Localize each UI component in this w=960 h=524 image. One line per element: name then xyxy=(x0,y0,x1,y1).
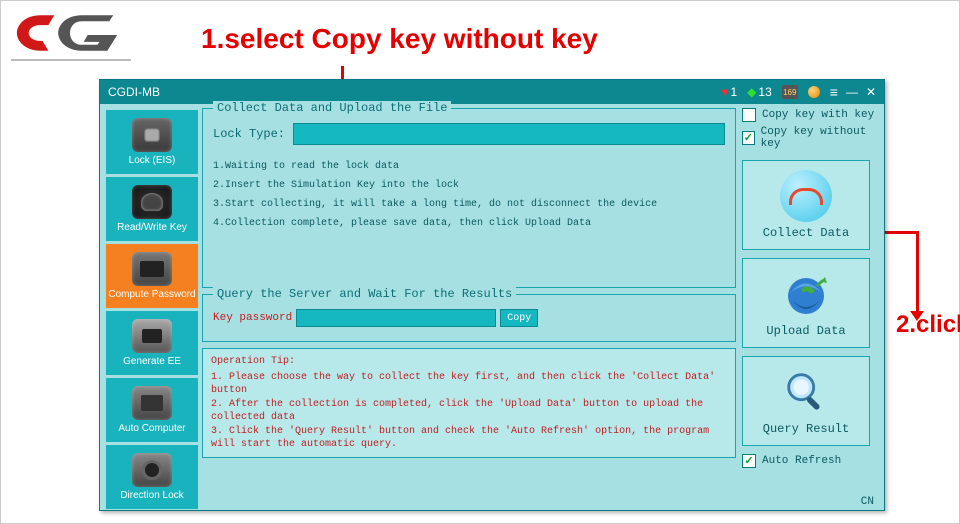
magnifier-icon xyxy=(780,366,832,418)
collect-data-fieldset: Collect Data and Upload the File Lock Ty… xyxy=(202,108,736,288)
tip-line: 3. Click the 'Query Result' button and c… xyxy=(211,425,727,452)
computer-icon xyxy=(132,386,172,420)
checkbox-label: Copy key without key xyxy=(761,126,878,150)
steering-icon xyxy=(132,453,172,487)
step-text: 1.Waiting to read the lock data xyxy=(213,157,725,176)
tip-line: 1. Please choose the way to collect the … xyxy=(211,371,727,398)
fieldset-legend: Collect Data and Upload the File xyxy=(213,101,451,115)
right-column: Copy key with key Copy key without key C… xyxy=(742,108,878,490)
sidebar-item-label: Generate EE xyxy=(123,356,181,367)
sidebar-item-label: Compute Password xyxy=(108,289,195,300)
locktype-label: Lock Type: xyxy=(213,127,285,141)
annotation-step1: 1.select Copy key without key xyxy=(201,23,598,55)
copy-button[interactable]: Copy xyxy=(500,309,538,327)
menu-icon[interactable]: ≡ xyxy=(830,84,838,100)
sidebar-item-label: Auto Computer xyxy=(118,423,185,434)
annotation-arrow-line xyxy=(916,231,919,317)
chip-icon xyxy=(132,252,172,286)
key-icon xyxy=(132,185,172,219)
button-label: Query Result xyxy=(763,422,849,436)
sidebar-item-lock-eis[interactable]: Lock (EIS) xyxy=(106,110,198,174)
usb-icon xyxy=(780,170,832,222)
checkbox-icon xyxy=(742,131,755,145)
upload-data-button[interactable]: Upload Data xyxy=(742,258,870,348)
heart-icon: ♥1 xyxy=(721,85,737,99)
operation-tip-box: Operation Tip: 1. Please choose the way … xyxy=(202,348,736,458)
footer-lang: CN xyxy=(861,496,874,508)
app-window: CGDI-MB ♥1 ◆13 169 ≡ — ✕ Lock (EIS) Read… xyxy=(99,79,885,511)
sidebar-item-read-write-key[interactable]: Read/Write Key xyxy=(106,177,198,241)
checkbox-copy-without-key[interactable]: Copy key without key xyxy=(742,126,878,150)
sidebar-item-label: Read/Write Key xyxy=(117,222,187,233)
checkbox-icon xyxy=(742,108,756,122)
status-dot-icon xyxy=(808,86,820,98)
cg-logo xyxy=(11,7,131,61)
sidebar-item-label: Lock (EIS) xyxy=(129,155,176,166)
checkbox-copy-with-key[interactable]: Copy key with key xyxy=(742,108,878,122)
diamond-icon: ◆13 xyxy=(747,85,772,99)
ee-icon xyxy=(132,319,172,353)
close-button[interactable]: ✕ xyxy=(866,85,876,99)
step-text: 4.Collection complete, please save data,… xyxy=(213,214,725,233)
sidebar: Lock (EIS) Read/Write Key Compute Passwo… xyxy=(106,110,198,509)
calendar-icon: 169 xyxy=(782,85,798,99)
button-label: Upload Data xyxy=(766,324,845,338)
main-panel: Collect Data and Upload the File Lock Ty… xyxy=(202,108,736,490)
checkbox-icon xyxy=(742,454,756,468)
sidebar-item-compute-password[interactable]: Compute Password xyxy=(106,244,198,308)
steps-list: 1.Waiting to read the lock data 2.Insert… xyxy=(213,157,725,233)
globe-upload-icon xyxy=(780,268,832,320)
sidebar-item-generate-ee[interactable]: Generate EE xyxy=(106,311,198,375)
locktype-select[interactable] xyxy=(293,123,725,145)
button-label: Collect Data xyxy=(763,226,849,240)
annotation-step2: 2.click xyxy=(896,311,960,339)
checkbox-auto-refresh[interactable]: Auto Refresh xyxy=(742,454,878,468)
sidebar-item-auto-computer[interactable]: Auto Computer xyxy=(106,378,198,442)
keypassword-label: Key password xyxy=(213,312,292,324)
step-text: 2.Insert the Simulation Key into the loc… xyxy=(213,176,725,195)
sidebar-item-label: Direction Lock xyxy=(120,490,183,501)
lock-icon xyxy=(132,118,172,152)
sidebar-item-direction-lock[interactable]: Direction Lock xyxy=(106,445,198,509)
checkbox-label: Auto Refresh xyxy=(762,455,841,467)
keypassword-input[interactable] xyxy=(296,309,496,327)
tip-line: 2. After the collection is completed, cl… xyxy=(211,398,727,425)
tip-title: Operation Tip: xyxy=(211,355,727,369)
query-result-button[interactable]: Query Result xyxy=(742,356,870,446)
app-title: CGDI-MB xyxy=(108,85,160,99)
query-server-fieldset: Query the Server and Wait For the Result… xyxy=(202,294,736,342)
collect-data-button[interactable]: Collect Data xyxy=(742,160,870,250)
checkbox-label: Copy key with key xyxy=(762,109,874,121)
step-text: 3.Start collecting, it will take a long … xyxy=(213,195,725,214)
annotation-arrow-head xyxy=(910,311,924,321)
fieldset-legend: Query the Server and Wait For the Result… xyxy=(213,287,516,301)
minimize-button[interactable]: — xyxy=(846,85,858,99)
